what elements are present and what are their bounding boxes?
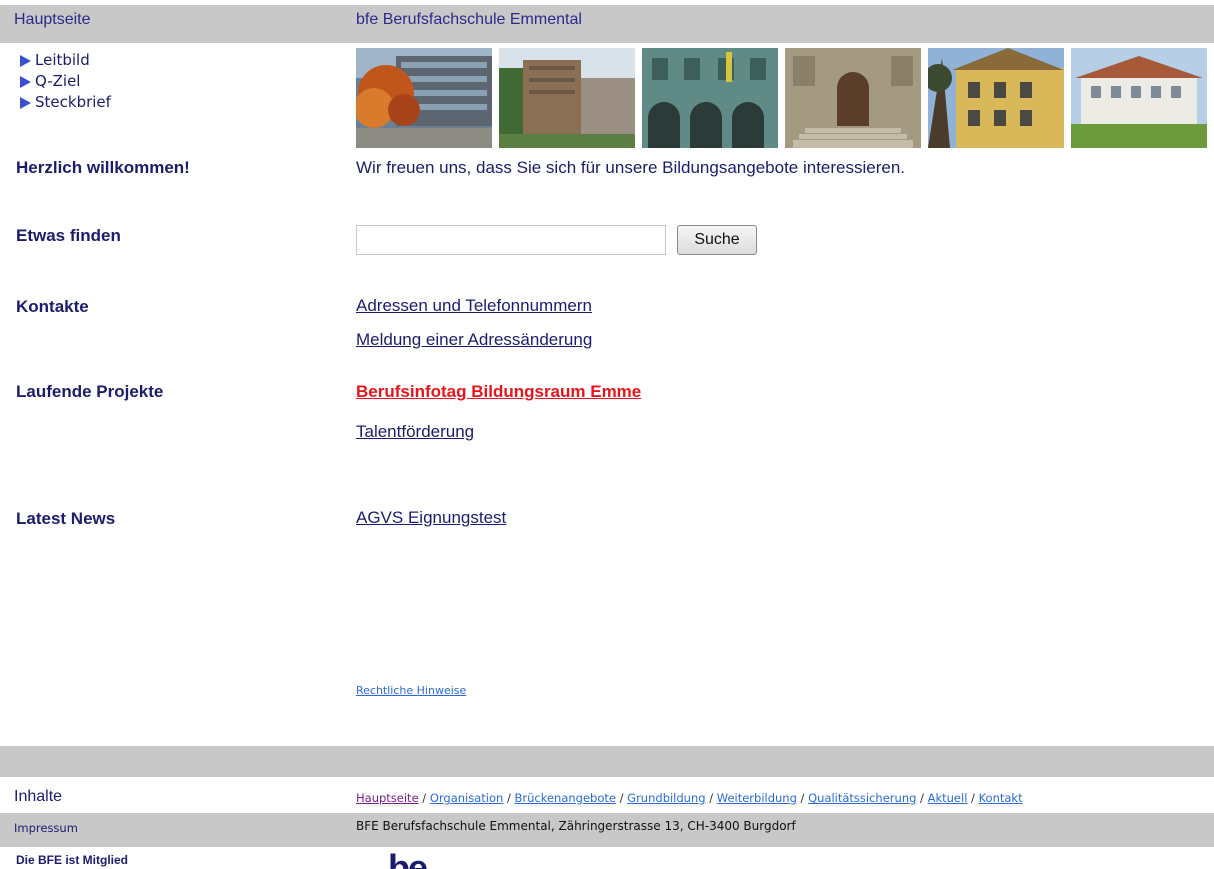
nav-item-label: Steckbrief bbox=[35, 93, 111, 111]
nav-item-label: Leitbild bbox=[35, 51, 90, 69]
triangle-right-icon bbox=[20, 75, 31, 88]
search-heading: Etwas finden bbox=[16, 226, 121, 245]
contacts-heading: Kontakte bbox=[16, 297, 89, 316]
arcade-building-photo bbox=[642, 48, 778, 148]
talent-link[interactable]: Talentförderung bbox=[356, 422, 474, 442]
header-home-link[interactable]: Hauptseite bbox=[14, 11, 91, 29]
side-nav: Leitbild Q-Ziel Steckbrief bbox=[20, 50, 111, 113]
footer-inhalte-label: Inhalte bbox=[14, 788, 63, 805]
nav-item-steckbrief[interactable]: Steckbrief bbox=[20, 92, 111, 113]
be-logo[interactable]: be bbox=[388, 851, 448, 869]
footer-link-kontakt[interactable]: Kontakt bbox=[979, 791, 1023, 805]
separator: / bbox=[705, 791, 717, 805]
separator: / bbox=[796, 791, 809, 805]
address-change-link[interactable]: Meldung einer Adressänderung bbox=[356, 330, 592, 350]
footer-address: BFE Berufsfachschule Emmental, Zähringer… bbox=[356, 819, 796, 833]
separator: / bbox=[615, 791, 628, 805]
impressum-link[interactable]: Impressum bbox=[14, 821, 78, 835]
footer-link-qualitaetssicherung[interactable]: Qualitätssicherung bbox=[808, 791, 916, 805]
welcome-heading: Herzlich willkommen! bbox=[16, 158, 190, 177]
triangle-right-icon bbox=[20, 96, 31, 109]
white-building-photo bbox=[1071, 48, 1207, 148]
search-input[interactable] bbox=[356, 225, 666, 255]
news-heading: Latest News bbox=[16, 509, 116, 528]
footer-link-brueckenangebote[interactable]: Brückenangebote bbox=[515, 791, 616, 805]
separator: / bbox=[916, 791, 928, 805]
triangle-right-icon bbox=[20, 54, 31, 67]
brown-building-photo bbox=[499, 48, 635, 148]
footer-link-grundbildung[interactable]: Grundbildung bbox=[627, 791, 705, 805]
site-title: bfe Berufsfachschule Emmental bbox=[356, 11, 582, 28]
separator: / bbox=[418, 791, 430, 805]
member-text: Die BFE ist Mitglied bbox=[16, 853, 129, 867]
separator: / bbox=[967, 791, 979, 805]
photo-strip bbox=[356, 48, 1207, 148]
footer-bar bbox=[0, 746, 1214, 777]
footer-link-weiterbildung[interactable]: Weiterbildung bbox=[717, 791, 797, 805]
be-logo-text: be bbox=[388, 851, 428, 869]
footer-link-organisation[interactable]: Organisation bbox=[430, 791, 503, 805]
welcome-text: Wir freuen uns, dass Sie sich für unsere… bbox=[356, 158, 906, 177]
header-bar bbox=[0, 5, 1214, 43]
addresses-link[interactable]: Adressen und Telefonnummern bbox=[356, 296, 592, 316]
stone-entrance-photo bbox=[785, 48, 921, 148]
berufsinfotag-link[interactable]: Berufsinfotag Bildungsraum Emme bbox=[356, 382, 641, 402]
nav-item-leitbild[interactable]: Leitbild bbox=[20, 50, 111, 71]
building-autumn-photo bbox=[356, 48, 492, 148]
legal-link[interactable]: Rechtliche Hinweise bbox=[356, 684, 466, 697]
search-button[interactable]: Suche bbox=[677, 225, 757, 255]
nav-item-label: Q-Ziel bbox=[35, 72, 81, 90]
nav-item-q-ziel[interactable]: Q-Ziel bbox=[20, 71, 111, 92]
agvs-link[interactable]: AGVS Eignungstest bbox=[356, 508, 506, 528]
footer-nav: Hauptseite / Organisation / Brückenangeb… bbox=[356, 791, 1023, 805]
separator: / bbox=[503, 791, 515, 805]
footer-link-hauptseite[interactable]: Hauptseite bbox=[356, 791, 419, 805]
yellow-building-photo bbox=[928, 48, 1064, 148]
footer-link-aktuell[interactable]: Aktuell bbox=[928, 791, 968, 805]
projects-heading: Laufende Projekte bbox=[16, 382, 164, 401]
